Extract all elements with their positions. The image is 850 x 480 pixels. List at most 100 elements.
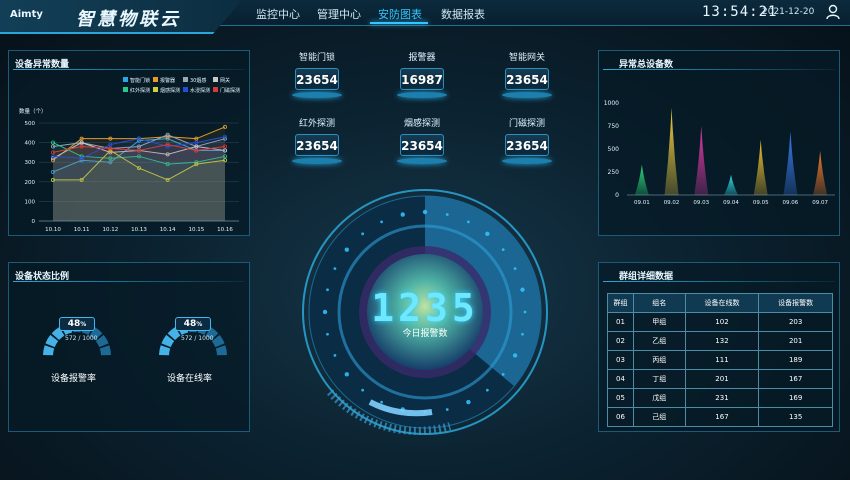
alarm-rate-ratio: 572 / 1000: [65, 335, 98, 342]
online-rate-value: 48: [183, 319, 197, 329]
device-smart-gateway[interactable]: 智能网关 23654: [487, 50, 567, 98]
table-cell: 201: [684, 369, 760, 389]
brand-logo: Aimty 智慧物联云: [0, 0, 242, 34]
bar-spike: [783, 131, 798, 195]
y-tick-label: 1000: [604, 100, 619, 107]
device-smart-lock[interactable]: 智能门锁 23654: [277, 50, 357, 98]
legend-swatch: [153, 77, 158, 82]
ring-dot: [513, 267, 517, 271]
x-tick-label: 09.07: [812, 200, 828, 206]
device-label: 智能网关: [508, 53, 545, 63]
ring-dot: [512, 353, 518, 358]
abnormal-device-panel: 设备异常数量 智能门锁 报警器 30烟感 网关 红外探测 烟感探测 水浸探测 门磁探测 数量（个…: [8, 50, 250, 236]
bar-spike: [753, 139, 768, 195]
ring-dot: [485, 388, 489, 392]
y-tick-label: 500: [25, 121, 36, 127]
table-cell: 01: [607, 312, 634, 332]
legend-label: 报警器: [160, 77, 175, 84]
nav-monitor-center[interactable]: 监控中心: [256, 6, 300, 22]
legend-swatch: [183, 87, 188, 92]
x-tick-label: 09.05: [753, 200, 769, 206]
table-cell: 甲组: [632, 312, 686, 332]
legend-swatch: [213, 87, 218, 92]
table-row[interactable]: 04 丁组 201 167: [607, 369, 833, 389]
nav-security-charts[interactable]: 安防图表: [378, 6, 422, 22]
table-row[interactable]: 05 戊组 231 169: [607, 388, 833, 408]
ring-dot: [485, 231, 490, 237]
x-tick-label: 10.10: [45, 227, 61, 233]
x-tick-label: 09.06: [783, 200, 799, 206]
ring-dot: [521, 332, 524, 336]
device-count: 23654: [400, 134, 444, 156]
table-cell: 167: [758, 369, 833, 389]
gauge-segment: [215, 345, 227, 356]
legend-label: 红外探测: [130, 87, 150, 94]
brand-name-small: Aimty: [10, 9, 43, 20]
legend-swatch: [183, 77, 188, 82]
device-label: 烟感探测: [403, 119, 440, 129]
ring-dot: [380, 220, 384, 224]
y-tick-label: 250: [608, 169, 620, 176]
status-gauges: [43, 322, 227, 356]
table-cell: 03: [607, 350, 634, 370]
table-cell: 05: [607, 388, 634, 408]
device-alarm[interactable]: 报警器 16987: [382, 50, 462, 98]
table-row[interactable]: 06 己组 167 135: [607, 407, 833, 427]
abnormal-total-panel: 异常总设备数 0 250 500 750 1000 09.01 09.02 09.03 09.0…: [598, 50, 840, 236]
ring-dot: [322, 309, 328, 315]
bar-spike: [694, 126, 709, 195]
ring-dot: [523, 310, 527, 314]
device-pedestal: [292, 158, 342, 164]
device-count: 23654: [295, 134, 339, 156]
table-cell: 135: [758, 407, 833, 427]
legend-label: 30烟感: [190, 77, 206, 84]
abnormal-line-chart: 智能门锁 报警器 30烟感 网关红外探测 烟感探测 水浸探测 门磁探测数量（个） 0 100 20…: [19, 77, 240, 233]
device-smoke-detector[interactable]: 烟感探测 23654: [382, 116, 462, 164]
device-count: 16987: [400, 68, 444, 90]
user-icon[interactable]: [826, 4, 840, 20]
title-divider: [603, 281, 835, 282]
device-label: 智能门锁: [298, 53, 335, 63]
title-divider: [13, 69, 245, 70]
table-cell: 201: [758, 331, 833, 351]
percent-unit: %: [196, 321, 203, 328]
column-header: 设备在线数: [684, 293, 760, 313]
alarm-rate-percent: 48%: [59, 317, 95, 331]
gauge-segment: [99, 345, 111, 356]
legend-label: 水浸探测: [190, 87, 210, 94]
table-cell: 189: [758, 350, 833, 370]
legend-swatch: [123, 77, 128, 82]
y-tick-label: 0: [32, 219, 36, 225]
nav-management-center[interactable]: 管理中心: [317, 6, 361, 22]
legend-label: 智能门锁: [130, 77, 150, 84]
table-cell: 231: [684, 388, 760, 408]
device-label: 门磁探测: [508, 119, 545, 129]
table-row[interactable]: 02 乙组 132 201: [607, 331, 833, 351]
table-row[interactable]: 01 甲组 102 203: [607, 312, 833, 332]
ring-dot: [466, 399, 471, 405]
gauge-segment: [159, 345, 171, 356]
table-cell: 203: [758, 312, 833, 332]
gauge-segment: [43, 345, 55, 356]
table-row[interactable]: 03 丙组 111 189: [607, 350, 833, 370]
table-cell: 己组: [632, 407, 686, 427]
ring-dot: [326, 288, 329, 292]
y-tick-label: 0: [615, 192, 619, 199]
ring-dot: [344, 247, 350, 252]
ring-dot: [501, 248, 505, 252]
ring-dot: [326, 332, 329, 336]
nav-data-reports[interactable]: 数据报表: [441, 6, 485, 22]
active-nav-indicator: [370, 22, 428, 24]
legend-swatch: [153, 87, 158, 92]
x-tick-label: 10.12: [102, 227, 118, 233]
device-infrared-detector[interactable]: 红外探测 23654: [277, 116, 357, 164]
device-door-sensor[interactable]: 门磁探测 23654: [487, 116, 567, 164]
device-pedestal: [292, 92, 342, 98]
bar-spike: [724, 174, 738, 195]
column-header: 组名: [632, 293, 686, 313]
ring-dot: [344, 372, 350, 377]
ring-dot: [333, 353, 337, 357]
ring-dot: [333, 267, 337, 271]
x-tick-label: 10.13: [131, 227, 147, 233]
device-count: 23654: [505, 134, 549, 156]
